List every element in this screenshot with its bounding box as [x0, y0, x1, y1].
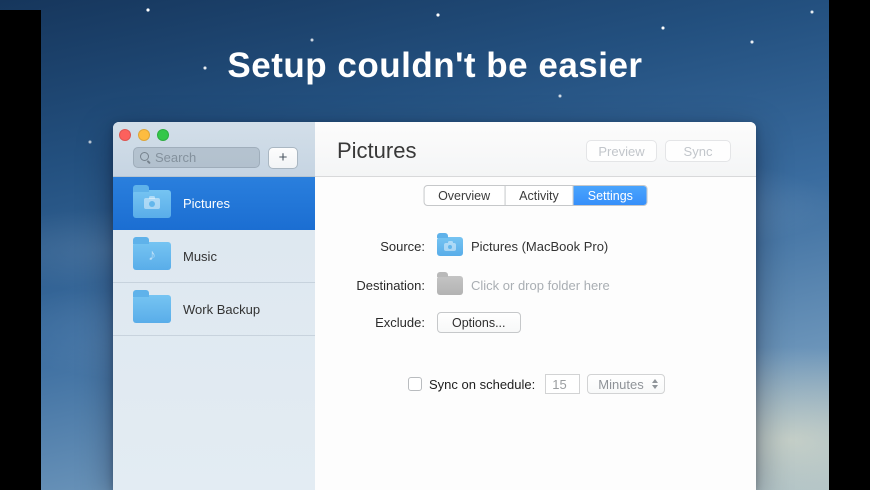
- exclude-row: Exclude: Options...: [315, 312, 756, 333]
- source-row: Source: Pictures (MacBook Pro): [315, 233, 756, 256]
- source-value: Pictures (MacBook Pro): [471, 239, 609, 254]
- tab-activity[interactable]: Activity: [505, 186, 574, 205]
- search-text-field[interactable]: [155, 150, 245, 165]
- sidebar-item-label: Work Backup: [183, 301, 261, 317]
- schedule-unit-value: Minutes: [598, 376, 644, 392]
- app-window: + Pictures ♪ Music Work Backup Pictures: [113, 122, 756, 490]
- zoom-window-button[interactable]: [157, 129, 169, 141]
- source-folder-chip[interactable]: Pictures (MacBook Pro): [437, 233, 609, 256]
- tab-settings[interactable]: Settings: [573, 186, 647, 205]
- sidebar-item-label: Music: [183, 248, 217, 264]
- schedule-row: Sync on schedule: Minutes: [315, 374, 756, 394]
- stepper-icon: [651, 379, 658, 389]
- sync-schedule-label: Sync on schedule:: [429, 376, 536, 392]
- exclude-label: Exclude:: [375, 315, 425, 330]
- exclude-options-button[interactable]: Options...: [437, 312, 521, 333]
- pictures-folder-icon: [133, 184, 171, 218]
- right-black-bar: [829, 0, 870, 490]
- close-window-button[interactable]: [119, 129, 131, 141]
- search-icon: [140, 152, 151, 163]
- music-folder-icon: ♪: [133, 237, 171, 270]
- page-title: Pictures: [337, 138, 417, 163]
- source-label: Source:: [380, 239, 425, 254]
- sidebar-list: Pictures ♪ Music Work Backup: [113, 177, 315, 336]
- hero-heading: Setup couldn't be easier: [227, 46, 643, 85]
- traffic-lights: [119, 129, 169, 141]
- tab-overview[interactable]: Overview: [424, 186, 506, 205]
- preview-button[interactable]: Preview: [586, 140, 657, 162]
- schedule-unit-dropdown[interactable]: Minutes: [587, 374, 665, 394]
- destination-label: Destination:: [356, 278, 425, 293]
- music-note-icon: ♪: [148, 247, 156, 264]
- sidebar-item-label: Pictures: [183, 196, 230, 211]
- folder-icon: [133, 290, 171, 323]
- schedule-interval-field[interactable]: [545, 374, 581, 394]
- main-titlebar: Pictures Preview Sync: [315, 122, 756, 177]
- destination-row: Destination: Click or drop folder here: [315, 272, 756, 295]
- source-folder-icon: [437, 233, 463, 256]
- tab-segmented-control: Overview Activity Settings: [423, 185, 648, 206]
- sidebar-item-work-backup[interactable]: Work Backup: [113, 283, 315, 336]
- destination-folder-icon: [437, 272, 463, 295]
- left-black-bar: [0, 10, 41, 490]
- destination-placeholder: Click or drop folder here: [471, 278, 610, 293]
- main-pane: Pictures Preview Sync Overview Activity …: [315, 122, 756, 490]
- sidebar-titlebar: +: [113, 122, 315, 177]
- sidebar-item-music[interactable]: ♪ Music: [113, 230, 315, 283]
- sync-button[interactable]: Sync: [665, 140, 731, 162]
- sync-schedule-checkbox[interactable]: [408, 377, 422, 391]
- add-sync-task-button[interactable]: +: [268, 147, 298, 169]
- sidebar-item-pictures[interactable]: Pictures: [113, 177, 315, 230]
- minimize-window-button[interactable]: [138, 129, 150, 141]
- search-input[interactable]: [133, 147, 260, 168]
- destination-dropzone[interactable]: Click or drop folder here: [437, 272, 610, 295]
- sidebar: + Pictures ♪ Music Work Backup: [113, 122, 315, 490]
